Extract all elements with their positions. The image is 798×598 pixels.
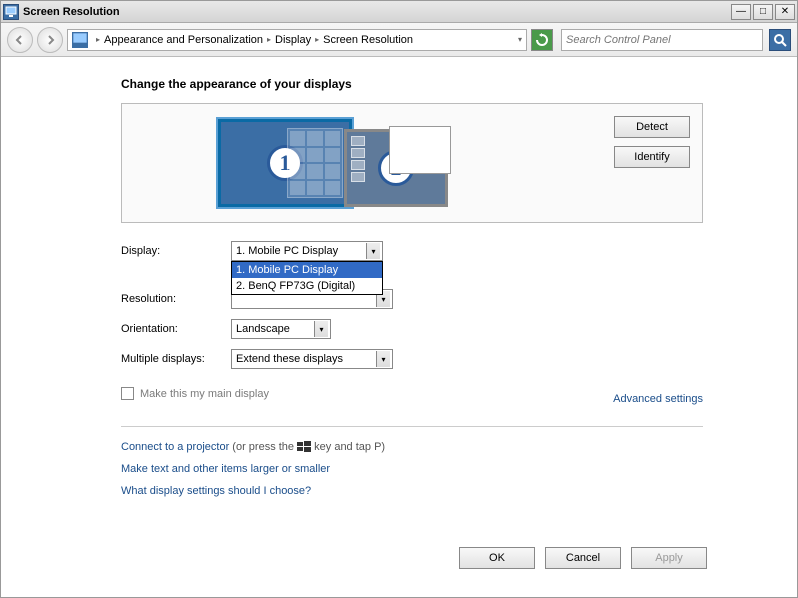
multiple-displays-value: Extend these displays xyxy=(236,353,343,365)
thumbs-graphic xyxy=(351,136,365,182)
breadcrumb[interactable]: ▸ Appearance and Personalization ▸ Displ… xyxy=(67,29,527,51)
search-field[interactable] xyxy=(566,34,758,46)
refresh-button[interactable] xyxy=(531,29,553,51)
minimize-button[interactable]: — xyxy=(731,4,751,20)
forward-button[interactable] xyxy=(37,27,63,53)
chevron-down-icon: ▾ xyxy=(366,243,380,259)
page-heading: Change the appearance of your displays xyxy=(121,77,797,91)
orientation-label: Orientation: xyxy=(121,323,231,335)
settings-form: Display: 1. Mobile PC Display ▾ 1. Mobil… xyxy=(121,241,703,497)
projector-link[interactable]: Connect to a projector (or press the key… xyxy=(121,441,703,453)
display-select-value: 1. Mobile PC Display xyxy=(236,245,338,257)
display-icon xyxy=(3,4,19,20)
help-link[interactable]: What display settings should I choose? xyxy=(121,485,703,497)
chevron-icon: ▸ xyxy=(267,35,271,44)
windows-key-icon xyxy=(297,441,311,453)
breadcrumb-part[interactable]: Appearance and Personalization xyxy=(104,34,263,46)
apply-button[interactable]: Apply xyxy=(631,547,707,569)
main-display-checkbox[interactable] xyxy=(121,387,134,400)
multiple-displays-label: Multiple displays: xyxy=(121,353,231,365)
keypad-graphic xyxy=(287,128,343,198)
dropdown-option[interactable]: 1. Mobile PC Display xyxy=(232,262,382,278)
detect-button[interactable]: Detect xyxy=(614,116,690,138)
breadcrumb-icon xyxy=(72,32,88,48)
main-display-label: Make this my main display xyxy=(140,388,269,400)
display-dropdown: 1. Mobile PC Display 2. BenQ FP73G (Digi… xyxy=(231,261,383,295)
chevron-down-icon[interactable]: ▾ xyxy=(518,35,522,44)
resolution-label: Resolution: xyxy=(121,293,231,305)
search-button[interactable] xyxy=(769,29,791,51)
advanced-settings-link[interactable]: Advanced settings xyxy=(613,393,703,405)
content-area: Change the appearance of your displays 1… xyxy=(1,57,797,597)
cancel-button[interactable]: Cancel xyxy=(545,547,621,569)
breadcrumb-part[interactable]: Screen Resolution xyxy=(323,34,413,46)
display-preview: 1 2 Detect Identify xyxy=(121,103,703,223)
back-button[interactable] xyxy=(7,27,33,53)
titlebar: Screen Resolution — □ ✕ xyxy=(1,1,797,23)
chevron-down-icon: ▾ xyxy=(376,351,390,367)
window-title: Screen Resolution xyxy=(23,6,120,18)
dialog-buttons: OK Cancel Apply xyxy=(459,547,707,569)
search-input[interactable] xyxy=(561,29,763,51)
toolbar: ▸ Appearance and Personalization ▸ Displ… xyxy=(1,23,797,57)
dropdown-option[interactable]: 2. BenQ FP73G (Digital) xyxy=(232,278,382,294)
ok-button[interactable]: OK xyxy=(459,547,535,569)
window-graphic xyxy=(389,126,451,174)
multiple-displays-select[interactable]: Extend these displays ▾ xyxy=(231,349,393,369)
chevron-down-icon: ▾ xyxy=(314,321,328,337)
chevron-icon: ▸ xyxy=(96,35,100,44)
close-button[interactable]: ✕ xyxy=(775,4,795,20)
window: Screen Resolution — □ ✕ ▸ Appearance and… xyxy=(0,0,798,598)
display-label: Display: xyxy=(121,245,231,257)
text-size-link[interactable]: Make text and other items larger or smal… xyxy=(121,463,703,475)
divider xyxy=(121,426,703,427)
monitor-1[interactable]: 1 xyxy=(218,119,352,207)
chevron-icon: ▸ xyxy=(315,35,319,44)
breadcrumb-part[interactable]: Display xyxy=(275,34,311,46)
display-select[interactable]: 1. Mobile PC Display ▾ xyxy=(231,241,383,261)
monitor-2[interactable]: 2 xyxy=(344,129,448,207)
orientation-select[interactable]: Landscape ▾ xyxy=(231,319,331,339)
identify-button[interactable]: Identify xyxy=(614,146,690,168)
maximize-button[interactable]: □ xyxy=(753,4,773,20)
orientation-select-value: Landscape xyxy=(236,323,290,335)
